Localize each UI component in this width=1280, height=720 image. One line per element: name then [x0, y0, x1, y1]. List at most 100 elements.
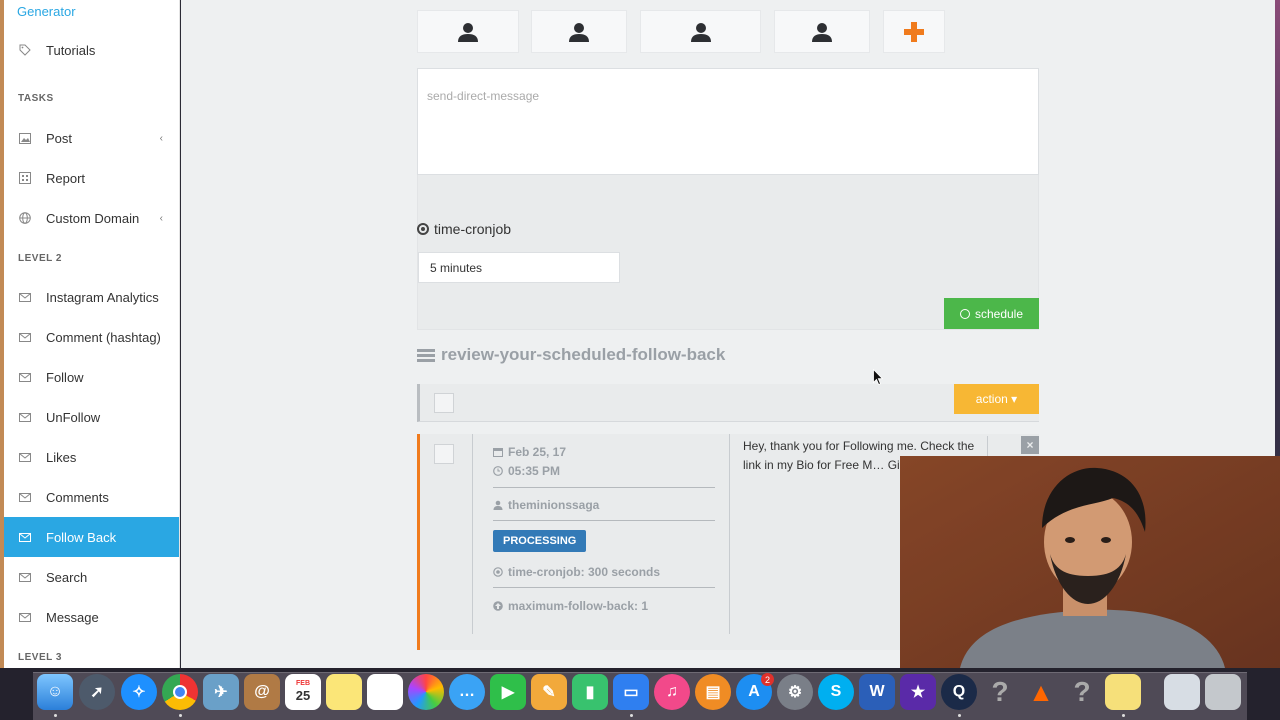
finder-icon[interactable]: ☺ [37, 674, 73, 710]
item-cronjob: time-cronjob: 300 seconds [493, 565, 660, 579]
clock-icon [959, 308, 970, 319]
calendar-month: FEB [296, 680, 310, 687]
facetime-icon[interactable]: ▶ [490, 674, 526, 710]
account-selector-4[interactable] [774, 10, 870, 53]
sidebar-item-instagram-analytics[interactable]: Instagram Analytics [4, 277, 179, 317]
cronjob-interval-select[interactable]: 5 minutes [418, 252, 620, 283]
select-all-checkbox[interactable] [434, 393, 454, 413]
add-account-button[interactable] [883, 10, 945, 53]
user-icon [569, 22, 589, 42]
dock-running-indicator [54, 714, 57, 717]
calendar-day: 25 [295, 688, 311, 703]
account-selector-1[interactable] [417, 10, 519, 53]
sidebar-item-follow[interactable]: Follow [4, 357, 179, 397]
launchpad-icon[interactable]: ➚ [79, 674, 115, 710]
sidebar-item-label: Follow Back [46, 529, 117, 545]
sidebar-item-post[interactable]: Post ‹ [4, 118, 179, 158]
app-store-badge: 2 [761, 673, 774, 686]
globe-icon [18, 211, 32, 225]
item-checkbox[interactable] [434, 444, 454, 464]
chrome-icon[interactable] [162, 674, 198, 710]
sidebar-item-custom-domain[interactable]: Custom Domain ‹ [4, 198, 179, 238]
card-divider [729, 434, 730, 634]
user-icon [812, 22, 832, 42]
keynote-icon[interactable]: ▭ [613, 674, 649, 710]
cronjob-label-text: time-cronjob [434, 221, 512, 237]
question-mark-icon[interactable]: ? [1064, 674, 1100, 710]
vlc-icon[interactable]: ▲ [1023, 674, 1059, 710]
sidebar-item-comment-hashtag[interactable]: Comment (hashtag) [4, 317, 179, 357]
sidebar-item-label: Search [46, 569, 88, 585]
sidebar-item-tutorials[interactable]: Tutorials [4, 30, 179, 70]
preview-icon[interactable]: ✈ [203, 674, 239, 710]
card-separator [493, 487, 715, 488]
envelope-icon [18, 410, 32, 424]
sidebar-item-comments[interactable]: Comments [4, 477, 179, 517]
sidebar-item-label: Post [46, 130, 73, 146]
sidebar-item-message[interactable]: Message [4, 597, 179, 637]
envelope-icon [18, 610, 32, 624]
user-icon [493, 500, 503, 510]
envelope-icon [18, 370, 32, 384]
safari-icon[interactable]: ✧ [121, 674, 157, 710]
skype-icon[interactable]: S [818, 674, 854, 710]
envelope-icon [18, 490, 32, 504]
sidebar-item-unfollow[interactable]: UnFollow [4, 397, 179, 437]
grid-icon [18, 171, 32, 185]
item-username-text: theminionssaga [508, 498, 600, 512]
plus-icon [904, 21, 924, 42]
direct-message-box [417, 68, 1039, 175]
pages-icon[interactable]: ✎ [531, 674, 567, 710]
question-mark-icon[interactable]: ? [982, 674, 1018, 710]
cronjob-label: time-cronjob [417, 221, 511, 237]
sidebar-item-label: UnFollow [46, 409, 101, 425]
list-icon [417, 347, 435, 364]
system-preferences-icon[interactable]: ⚙ [777, 674, 813, 710]
item-time: 05:35 PM [493, 464, 560, 478]
card-separator [493, 587, 715, 588]
sidebar-item-search[interactable]: Search [4, 557, 179, 597]
quicktime-icon[interactable]: Q [941, 674, 977, 710]
envelope-icon [18, 450, 32, 464]
user-icon [690, 22, 711, 42]
trash-icon[interactable] [1205, 674, 1241, 710]
photos-icon[interactable] [408, 674, 444, 710]
sidebar-item-likes[interactable]: Likes [4, 437, 179, 477]
sidebar-item-label: Comment (hashtag) [46, 329, 161, 345]
messages-icon[interactable]: … [449, 674, 485, 710]
sidebar-item-label: Follow [46, 369, 84, 385]
sidebar-item-label: Tutorials [46, 42, 96, 58]
envelope-icon [18, 290, 32, 304]
review-section-title: review-your-scheduled-follow-back [417, 345, 725, 365]
status-badge: PROCESSING [493, 530, 587, 552]
sidebar-item-generator[interactable]: Generator [17, 4, 76, 19]
delete-item-button[interactable]: × [1021, 436, 1039, 454]
schedule-button[interactable]: schedule [944, 298, 1039, 329]
calendar-icon[interactable]: FEB 25 [285, 674, 321, 710]
numbers-icon[interactable]: ▮ [572, 674, 608, 710]
word-icon[interactable]: W [859, 674, 895, 710]
envelope-icon [18, 570, 32, 584]
imovie-icon[interactable]: ★ [900, 674, 936, 710]
stickies-icon[interactable] [1105, 674, 1141, 710]
sidebar: Generator Tutorials TASKS Post ‹ Report … [4, 0, 180, 668]
itunes-icon[interactable]: ♫ [654, 674, 690, 710]
arrow-up-circle-icon [493, 601, 503, 611]
tag-icon [18, 43, 32, 57]
dock-running-indicator [958, 714, 961, 717]
sidebar-item-report[interactable]: Report [4, 158, 179, 198]
action-dropdown-button[interactable]: action ▾ [954, 384, 1039, 414]
item-date-text: Feb 25, 17 [508, 445, 567, 459]
sidebar-item-follow-back[interactable]: Follow Back [4, 517, 179, 557]
contacts-icon[interactable]: @ [244, 674, 280, 710]
reminders-icon[interactable] [367, 674, 403, 710]
card-divider [987, 436, 988, 456]
account-selector-2[interactable] [531, 10, 627, 53]
direct-message-input[interactable] [418, 69, 1038, 174]
ibooks-icon[interactable]: ▤ [695, 674, 731, 710]
downloads-folder-icon[interactable] [1164, 674, 1200, 710]
account-selector-3[interactable] [640, 10, 761, 53]
sidebar-item-label: Custom Domain [46, 210, 140, 226]
notes-icon[interactable] [326, 674, 362, 710]
radio-dot-icon [417, 223, 429, 235]
